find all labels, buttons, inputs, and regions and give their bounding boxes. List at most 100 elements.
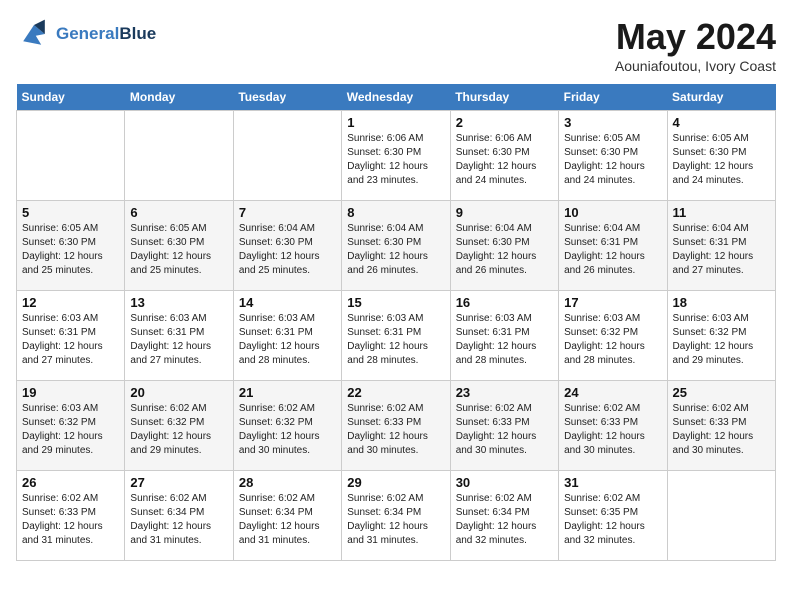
calendar-cell: 15Sunrise: 6:03 AM Sunset: 6:31 PM Dayli… xyxy=(342,291,450,381)
day-detail: Sunrise: 6:02 AM Sunset: 6:32 PM Dayligh… xyxy=(130,402,227,458)
calendar-cell xyxy=(125,111,233,201)
calendar-cell: 27 Sunrise: 6:02 AM Sunset: 6:34 PM Dayli… xyxy=(125,471,233,561)
day-detail: Sunrise: 6:04 AM Sunset: 6:30 PM Dayligh… xyxy=(239,222,336,278)
day-header-monday: Monday xyxy=(125,84,233,111)
day-number: 3 xyxy=(564,115,661,130)
day-detail: Sunrise: 6:02 AM Sunset: 6:34 PM Dayligh… xyxy=(130,492,227,548)
calendar-cell: 22 Sunrise: 6:02 AM Sunset: 6:33 PM Dayli… xyxy=(342,381,450,471)
day-number: 17 xyxy=(564,295,661,310)
calendar-cell: 8 Sunrise: 6:04 AM Sunset: 6:30 PM Daylig… xyxy=(342,201,450,291)
day-detail: Sunrise: 6:04 AM Sunset: 6:31 PM Dayligh… xyxy=(673,222,770,278)
calendar-cell: 19Sunrise: 6:03 AM Sunset: 6:32 PM Dayli… xyxy=(17,381,125,471)
day-detail: Sunrise: 6:02 AM Sunset: 6:34 PM Dayligh… xyxy=(347,492,444,548)
day-header-sunday: Sunday xyxy=(17,84,125,111)
calendar-cell: 31 Sunrise: 6:02 AM Sunset: 6:35 PM Dayli… xyxy=(559,471,667,561)
day-number: 16 xyxy=(456,295,553,310)
day-header-thursday: Thursday xyxy=(450,84,558,111)
day-number: 27 xyxy=(130,475,227,490)
calendar-cell xyxy=(667,471,775,561)
day-number: 23 xyxy=(456,385,553,400)
day-detail: Sunrise: 6:06 AM Sunset: 6:30 PM Dayligh… xyxy=(456,132,553,188)
calendar-cell: 7 Sunrise: 6:04 AM Sunset: 6:30 PM Daylig… xyxy=(233,201,341,291)
day-header-friday: Friday xyxy=(559,84,667,111)
day-number: 12 xyxy=(22,295,119,310)
calendar-cell: 6 Sunrise: 6:05 AM Sunset: 6:30 PM Daylig… xyxy=(125,201,233,291)
day-number: 5 xyxy=(22,205,119,220)
day-number: 20 xyxy=(130,385,227,400)
calendar-cell: 23 Sunrise: 6:02 AM Sunset: 6:33 PM Dayli… xyxy=(450,381,558,471)
day-detail: Sunrise: 6:03 AM Sunset: 6:32 PM Dayligh… xyxy=(22,402,119,458)
calendar-cell: 21 Sunrise: 6:02 AM Sunset: 6:32 PM Dayli… xyxy=(233,381,341,471)
day-header-wednesday: Wednesday xyxy=(342,84,450,111)
day-detail: Sunrise: 6:04 AM Sunset: 6:30 PM Dayligh… xyxy=(347,222,444,278)
calendar-cell xyxy=(233,111,341,201)
day-detail: Sunrise: 6:02 AM Sunset: 6:34 PM Dayligh… xyxy=(239,492,336,548)
calendar-cell: 9 Sunrise: 6:04 AM Sunset: 6:30 PM Daylig… xyxy=(450,201,558,291)
day-number: 18 xyxy=(673,295,770,310)
calendar-cell: 10 Sunrise: 6:04 AM Sunset: 6:31 PM Dayli… xyxy=(559,201,667,291)
calendar-cell: 17 Sunrise: 6:03 AM Sunset: 6:32 PM Dayli… xyxy=(559,291,667,381)
day-number: 24 xyxy=(564,385,661,400)
day-number: 21 xyxy=(239,385,336,400)
day-detail: Sunrise: 6:03 AM Sunset: 6:32 PM Dayligh… xyxy=(564,312,661,368)
calendar-cell: 3 Sunrise: 6:05 AM Sunset: 6:30 PM Daylig… xyxy=(559,111,667,201)
day-number: 13 xyxy=(130,295,227,310)
day-detail: Sunrise: 6:02 AM Sunset: 6:32 PM Dayligh… xyxy=(239,402,336,458)
calendar-cell: 24 Sunrise: 6:02 AM Sunset: 6:33 PM Dayli… xyxy=(559,381,667,471)
calendar-cell: 30 Sunrise: 6:02 AM Sunset: 6:34 PM Dayli… xyxy=(450,471,558,561)
day-number: 9 xyxy=(456,205,553,220)
day-number: 26 xyxy=(22,475,119,490)
calendar-cell: 12 Sunrise: 6:03 AM Sunset: 6:31 PM Dayli… xyxy=(17,291,125,381)
day-detail: Sunrise: 6:05 AM Sunset: 6:30 PM Dayligh… xyxy=(22,222,119,278)
week-row-5: 26Sunrise: 6:02 AM Sunset: 6:33 PM Dayli… xyxy=(17,471,776,561)
day-number: 29 xyxy=(347,475,444,490)
day-detail: Sunrise: 6:06 AM Sunset: 6:30 PM Dayligh… xyxy=(347,132,444,188)
day-number: 7 xyxy=(239,205,336,220)
day-number: 8 xyxy=(347,205,444,220)
calendar-cell: 13 Sunrise: 6:03 AM Sunset: 6:31 PM Dayli… xyxy=(125,291,233,381)
calendar-cell: 18 Sunrise: 6:03 AM Sunset: 6:32 PM Dayli… xyxy=(667,291,775,381)
day-detail: Sunrise: 6:05 AM Sunset: 6:30 PM Dayligh… xyxy=(130,222,227,278)
day-detail: Sunrise: 6:03 AM Sunset: 6:31 PM Dayligh… xyxy=(456,312,553,368)
logo-line1: General xyxy=(56,24,119,43)
day-detail: Sunrise: 6:02 AM Sunset: 6:34 PM Dayligh… xyxy=(456,492,553,548)
logo-line2: Blue xyxy=(119,24,156,43)
logo-icon xyxy=(16,16,52,52)
day-detail: Sunrise: 6:02 AM Sunset: 6:33 PM Dayligh… xyxy=(564,402,661,458)
calendar-cell: 26Sunrise: 6:02 AM Sunset: 6:33 PM Dayli… xyxy=(17,471,125,561)
day-detail: Sunrise: 6:04 AM Sunset: 6:30 PM Dayligh… xyxy=(456,222,553,278)
day-detail: Sunrise: 6:02 AM Sunset: 6:33 PM Dayligh… xyxy=(456,402,553,458)
day-number: 14 xyxy=(239,295,336,310)
day-number: 22 xyxy=(347,385,444,400)
calendar-cell: 4 Sunrise: 6:05 AM Sunset: 6:30 PM Daylig… xyxy=(667,111,775,201)
calendar-cell: 5 Sunrise: 6:05 AM Sunset: 6:30 PM Daylig… xyxy=(17,201,125,291)
day-header-saturday: Saturday xyxy=(667,84,775,111)
day-detail: Sunrise: 6:03 AM Sunset: 6:31 PM Dayligh… xyxy=(347,312,444,368)
week-row-2: 5 Sunrise: 6:05 AM Sunset: 6:30 PM Daylig… xyxy=(17,201,776,291)
day-detail: Sunrise: 6:04 AM Sunset: 6:31 PM Dayligh… xyxy=(564,222,661,278)
week-row-3: 12 Sunrise: 6:03 AM Sunset: 6:31 PM Dayli… xyxy=(17,291,776,381)
location: Aouniafoutou, Ivory Coast xyxy=(615,58,776,74)
day-number: 10 xyxy=(564,205,661,220)
day-detail: Sunrise: 6:03 AM Sunset: 6:31 PM Dayligh… xyxy=(22,312,119,368)
day-number: 6 xyxy=(130,205,227,220)
month-year: May 2024 xyxy=(615,16,776,58)
calendar-cell: 25Sunrise: 6:02 AM Sunset: 6:33 PM Dayli… xyxy=(667,381,775,471)
day-detail: Sunrise: 6:05 AM Sunset: 6:30 PM Dayligh… xyxy=(673,132,770,188)
calendar-cell xyxy=(17,111,125,201)
header: GeneralBlue May 2024 Aouniafoutou, Ivory… xyxy=(16,16,776,74)
day-number: 31 xyxy=(564,475,661,490)
day-detail: Sunrise: 6:03 AM Sunset: 6:31 PM Dayligh… xyxy=(130,312,227,368)
calendar-cell: 16 Sunrise: 6:03 AM Sunset: 6:31 PM Dayli… xyxy=(450,291,558,381)
day-detail: Sunrise: 6:05 AM Sunset: 6:30 PM Dayligh… xyxy=(564,132,661,188)
calendar-cell: 11Sunrise: 6:04 AM Sunset: 6:31 PM Dayli… xyxy=(667,201,775,291)
day-detail: Sunrise: 6:02 AM Sunset: 6:33 PM Dayligh… xyxy=(347,402,444,458)
calendar-cell: 1Sunrise: 6:06 AM Sunset: 6:30 PM Daylig… xyxy=(342,111,450,201)
day-number: 30 xyxy=(456,475,553,490)
logo: GeneralBlue xyxy=(16,16,156,52)
day-detail: Sunrise: 6:02 AM Sunset: 6:35 PM Dayligh… xyxy=(564,492,661,548)
week-row-4: 19Sunrise: 6:03 AM Sunset: 6:32 PM Dayli… xyxy=(17,381,776,471)
day-number: 4 xyxy=(673,115,770,130)
day-detail: Sunrise: 6:03 AM Sunset: 6:32 PM Dayligh… xyxy=(673,312,770,368)
calendar-cell: 28Sunrise: 6:02 AM Sunset: 6:34 PM Dayli… xyxy=(233,471,341,561)
